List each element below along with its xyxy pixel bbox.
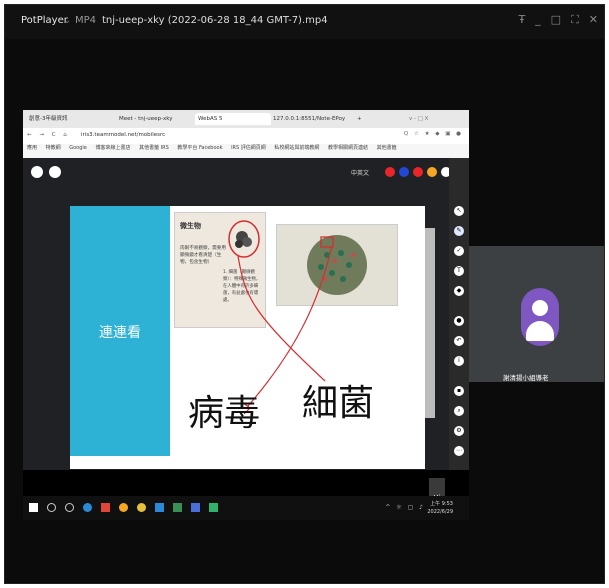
irs-app: 中英文 連連看 微生物 肉眼不易觀察，需要用顯微鏡才看清楚（生物，包含生物） 1… — [23, 158, 469, 508]
tool-sidebar: ↖ ✎ ✓ T ◆ ● ↶ i ▪ ⌕ ⚙ ⋯ — [449, 158, 469, 470]
bookmarks-bar: 應用 特教網 Google 博客來線上書店 其他書籤 IRS 教學平台 Face… — [23, 144, 469, 158]
browser-window: 創意-3年級資訊 Meet - tnj-ueep-xky WebAS 5 127… — [23, 110, 469, 508]
camera-icon[interactable] — [49, 166, 61, 178]
avatar — [521, 288, 559, 346]
windows-start-icon[interactable] — [29, 503, 38, 512]
tab-active[interactable]: WebAS 5 — [195, 113, 271, 125]
avatar-body — [526, 321, 554, 341]
app-green2-icon[interactable] — [209, 503, 218, 512]
menu-icon[interactable] — [31, 166, 43, 178]
bookmark-item[interactable]: 特教網 — [46, 145, 61, 151]
format-label: MP4 — [75, 15, 97, 26]
avatar-head — [532, 300, 548, 316]
close-icon[interactable]: ✕ — [589, 13, 598, 27]
maximize-icon[interactable]: □ — [551, 13, 561, 27]
chevron-down-icon[interactable]: ⌄ — [63, 15, 71, 26]
new-tab-button[interactable]: + — [357, 113, 367, 125]
file-title: tnj-ueep-xky (2022-06-28 18_44 GMT-7).mp… — [102, 15, 328, 26]
color-red-swatch[interactable] — [385, 167, 395, 177]
player-titlebar: PotPlayer ⌄ MP4 tnj-ueep-xky (2022-06-28… — [5, 5, 604, 39]
chrome-icon[interactable] — [137, 503, 146, 512]
browser-toolbar-icons[interactable]: Q ☆ ★ ◆ ▣ ● — [404, 131, 463, 137]
player-window: PotPlayer ⌄ MP4 tnj-ueep-xky (2022-06-28… — [4, 4, 605, 584]
clock[interactable]: 上午 9:53 2022/6/29 — [427, 500, 453, 516]
word-virus: 病毒 — [188, 393, 261, 434]
zoom-tool-icon[interactable]: ⌕ — [454, 406, 464, 416]
bookmark-item[interactable]: 應用 — [27, 145, 37, 151]
bookmark-other[interactable]: 其他書籤 — [377, 145, 397, 151]
info-tool-icon[interactable]: i — [454, 356, 464, 366]
address-bar-row: ← → C ⌂ iris3.teammodel.net/mobilesrc Q … — [23, 128, 469, 144]
app-green-icon[interactable] — [173, 503, 182, 512]
nav-buttons[interactable]: ← → C ⌂ — [27, 132, 70, 138]
search-icon[interactable] — [47, 503, 56, 512]
app-blue2-icon[interactable] — [191, 503, 200, 512]
windows-taskbar: ^ ☼ ▢ ♪ 上午 9:53 2022/6/29 — [23, 496, 469, 520]
tab-item[interactable]: Meet - tnj-ueep-xky — [119, 113, 183, 125]
bookmark-item[interactable]: 私校網站與前端教網 — [274, 145, 319, 151]
task-view-icon[interactable] — [65, 503, 74, 512]
participant-name: 謝清揚小組導老 — [503, 374, 549, 382]
record-tool-icon[interactable]: ▪ — [454, 386, 464, 396]
taskbar-icons — [29, 503, 218, 512]
clock-date: 2022/6/29 — [427, 509, 453, 515]
edge-icon[interactable] — [83, 503, 92, 512]
tab-item[interactable]: 127.0.0.1:8551/Note-EPoy — [273, 113, 353, 125]
browser-tabs: 創意-3年級資訊 Meet - tnj-ueep-xky WebAS 5 127… — [23, 110, 469, 128]
system-tray[interactable]: ^ ☼ ▢ ♪ — [385, 504, 425, 511]
bookmark-item[interactable]: 其他書籤 IRS — [139, 145, 169, 151]
window-controls: Ŧ _ □ ⛶ ✕ — [518, 13, 598, 27]
text-tool-icon[interactable]: T — [454, 266, 464, 276]
language-select[interactable]: 中英文 — [351, 168, 369, 177]
browser-window-controls[interactable]: v - □ X — [409, 113, 469, 125]
word-bacteria: 細菌 — [302, 383, 375, 424]
color-red2-swatch[interactable] — [413, 167, 423, 177]
fullscreen-icon[interactable]: ⛶ — [571, 13, 579, 27]
player-brand[interactable]: PotPlayer — [21, 15, 68, 26]
bookmark-item[interactable]: 博客來線上書店 — [95, 145, 130, 151]
app-red-icon[interactable] — [101, 503, 110, 512]
pointer-tool-icon[interactable]: ↖ — [454, 206, 464, 216]
more-tool-icon[interactable]: ⋯ — [454, 446, 464, 456]
slide-scrollbar[interactable] — [425, 228, 435, 418]
app-blue-icon[interactable] — [155, 503, 164, 512]
minimize-icon[interactable]: _ — [535, 13, 541, 27]
color-orange-swatch[interactable] — [427, 167, 437, 177]
firefox-icon[interactable] — [119, 503, 128, 512]
marker-tool-icon[interactable]: ✓ — [454, 246, 464, 256]
bookmark-item[interactable]: 教學相關網頁連結 — [328, 145, 368, 151]
participant-tile[interactable]: 謝清揚小組導老 — [469, 246, 604, 382]
color-blue-swatch[interactable] — [399, 167, 409, 177]
app-topbar: 中英文 — [23, 158, 469, 186]
slide-canvas[interactable]: 連連看 微生物 肉眼不易觀察，需要用顯微鏡才看清楚（生物，包含生物） 1. 細菌… — [70, 206, 425, 469]
pin-icon[interactable]: Ŧ — [518, 13, 525, 27]
tab-item[interactable]: 創意-3年級資訊 — [29, 113, 89, 125]
pen-tool-icon[interactable]: ✎ — [454, 226, 464, 236]
bookmark-item[interactable]: IRS 評估網頁網 — [231, 145, 266, 151]
eraser-tool-icon[interactable]: ● — [454, 316, 464, 326]
undo-tool-icon[interactable]: ↶ — [454, 336, 464, 346]
url-input[interactable]: iris3.teammodel.net/mobilesrc — [81, 132, 165, 138]
settings-tool-icon[interactable]: ⚙ — [454, 426, 464, 436]
bookmark-item[interactable]: Google — [69, 145, 87, 151]
clock-time: 上午 9:53 — [430, 501, 453, 507]
shape-tool-icon[interactable]: ◆ — [454, 286, 464, 296]
bookmark-item[interactable]: 教學平台 Facebook — [177, 145, 222, 151]
video-area[interactable]: 創意-3年級資訊 Meet - tnj-ueep-xky WebAS 5 127… — [23, 110, 469, 520]
